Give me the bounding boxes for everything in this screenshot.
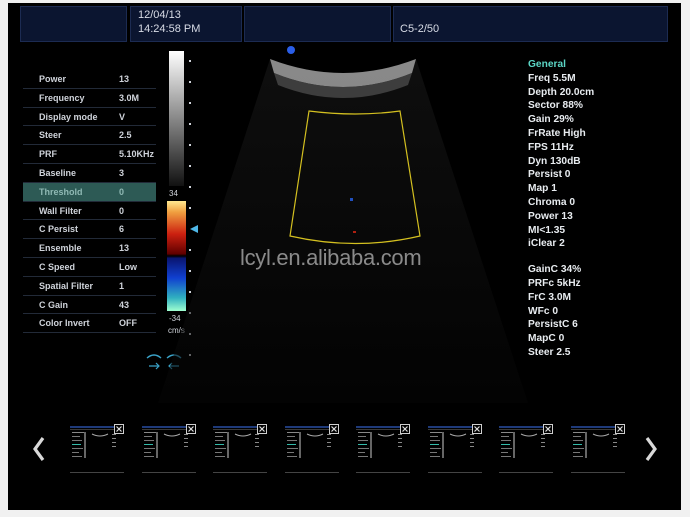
- param-line: PRFc 5kHz: [528, 277, 581, 289]
- param-line: Sector 88%: [528, 100, 583, 112]
- close-icon[interactable]: [114, 424, 124, 434]
- close-icon[interactable]: [400, 424, 410, 434]
- parameter-panel: General Freq 5.5M Depth 20.0cm Sector 88% G…: [528, 58, 594, 360]
- param-line: FrC 3.0M: [528, 291, 572, 303]
- param-line: WFc 0: [528, 305, 559, 317]
- param-line: Chroma 0: [528, 196, 575, 208]
- close-icon[interactable]: [543, 424, 553, 434]
- param-line: Persist 0: [528, 169, 571, 181]
- image-thumbnail[interactable]: [570, 424, 625, 476]
- image-thumbnail[interactable]: [70, 424, 124, 476]
- param-line: Freq 5.5M: [528, 72, 576, 84]
- param-line: Gain 29%: [528, 114, 574, 126]
- image-thumbnail[interactable]: [499, 424, 553, 476]
- image-thumbnail[interactable]: [213, 424, 267, 476]
- general-params: Freq 5.5M Depth 20.0cm Sector 88% Gain 29% F…: [528, 72, 594, 251]
- watermark: lcyl.en.alibaba.com: [240, 245, 422, 270]
- ultrasound-screen: 12/04/13 14:24:58 PM C5-2/50 Power 13 Freq…: [8, 3, 681, 510]
- param-line: PersistC 6: [528, 319, 578, 331]
- param-line: Map 1: [528, 183, 557, 195]
- param-line: FPS 11Hz: [528, 141, 574, 153]
- param-line: MI<1.35: [528, 224, 566, 236]
- param-line: GainC 34%: [528, 264, 582, 276]
- close-icon[interactable]: [471, 424, 482, 434]
- param-line: Steer 2.5: [528, 346, 571, 358]
- close-icon[interactable]: [185, 424, 196, 434]
- param-line: Dyn 130dB: [528, 155, 581, 167]
- focus-marker-icon: [287, 46, 295, 54]
- param-line: iClear 2: [528, 238, 565, 250]
- close-icon[interactable]: [257, 424, 267, 434]
- chevron-right-icon: [645, 437, 657, 461]
- general-title: General: [528, 59, 566, 70]
- chevron-left-icon: [33, 437, 45, 461]
- param-line: Power 13: [528, 210, 573, 222]
- next-page-button[interactable]: [644, 436, 658, 469]
- prev-page-button[interactable]: [32, 436, 46, 469]
- image-thumbnail[interactable]: [141, 424, 196, 476]
- param-line: FrRate High: [528, 127, 586, 139]
- color-params: GainC 34% PRFc 5kHz FrC 3.0M WFc 0 PersistC …: [528, 263, 594, 360]
- image-thumbnail[interactable]: [427, 424, 482, 476]
- param-line: Depth 20.0cm: [528, 86, 595, 98]
- close-icon[interactable]: [328, 424, 339, 434]
- image-thumbnail[interactable]: [356, 424, 410, 476]
- close-icon[interactable]: [614, 424, 625, 434]
- image-thumbnail[interactable]: [284, 424, 339, 476]
- param-line: MapC 0: [528, 333, 565, 345]
